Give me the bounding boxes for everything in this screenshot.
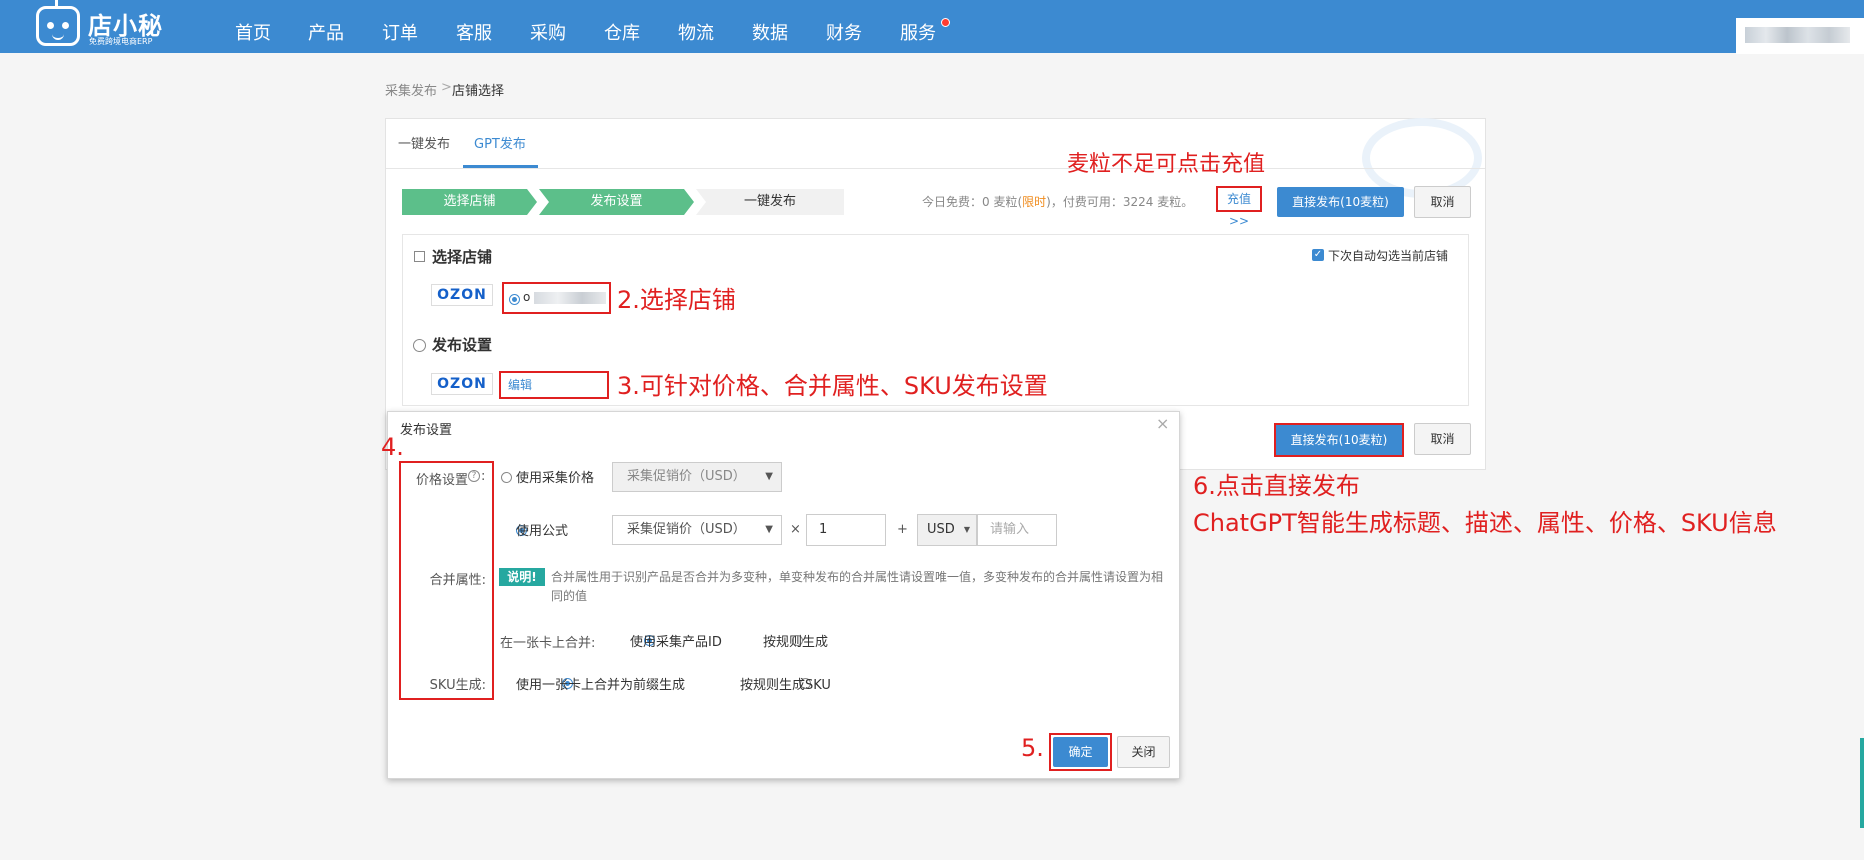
fee-prefix: 今日免费：0 麦粒( <box>922 195 1023 209</box>
fee-info: 今日免费：0 麦粒(限时)，付费可用：3224 麦粒。 <box>922 193 1193 210</box>
price-option1-radio[interactable] <box>501 472 512 483</box>
gear-icon <box>413 339 426 352</box>
active-tab-indicator <box>463 165 538 168</box>
sku-opt2-label[interactable]: 按规则生成SKU <box>740 674 831 693</box>
fee-limited: 限时 <box>1022 195 1047 209</box>
publish-button-top[interactable]: 直接发布(10麦粒) <box>1277 187 1404 217</box>
currency-value: USD <box>927 522 955 537</box>
multiply-sign: × <box>790 522 801 537</box>
breadcrumb-current: 店铺选择 <box>452 84 505 99</box>
annotation-store: 2.选择店铺 <box>617 286 736 314</box>
nav-item-services[interactable]: 服务 <box>900 0 936 53</box>
scrollbar[interactable] <box>1860 738 1864 828</box>
step-select-store: 选择店铺 <box>402 189 537 215</box>
price-source-select-disabled: 采集促销价（USD） ▼ <box>612 462 782 492</box>
merge-info-tag: 说明! <box>499 568 545 586</box>
top-nav: 店小秘 免费跨境电商ERP 首页 产品 订单 客服 采购 仓库 物流 数据 财务… <box>0 0 1864 53</box>
auto-check-checkbox[interactable]: ✓ <box>1312 249 1324 261</box>
help-icon[interactable]: ? <box>468 470 480 482</box>
recharge-link[interactable]: 充值>> <box>1216 186 1262 228</box>
section-store-title: 选择店铺 <box>432 248 493 266</box>
step-one-click-publish: 一键发布 <box>696 189 844 215</box>
annotation-publish-settings: 3.可针对价格、合并属性、SKU发布设置 <box>617 372 1048 400</box>
annotation-step4: 4. <box>381 433 404 461</box>
step-publish-settings: 发布设置 <box>539 189 694 215</box>
breadcrumb-separator: > <box>441 80 452 95</box>
nav-item-data[interactable]: 数据 <box>752 0 788 53</box>
sku-opt1-label[interactable]: 使用一张卡上合并为前缀生成 <box>516 674 685 693</box>
tab-one-click[interactable]: 一键发布 <box>398 133 450 152</box>
merge-description: 合并属性用于识别产品是否合并为多变种，单变种发布的合并属性请设置唯一值，多变种发… <box>551 570 1164 603</box>
notification-dot <box>941 18 950 27</box>
confirm-button[interactable]: 确定 <box>1053 737 1108 767</box>
nav-item-logistics[interactable]: 物流 <box>678 0 714 53</box>
tab-gpt[interactable]: GPT发布 <box>474 133 526 152</box>
price-label-colon: : <box>481 469 486 484</box>
breadcrumb-parent[interactable]: 采集发布 <box>385 80 437 99</box>
nav-item-service[interactable]: 客服 <box>456 0 492 53</box>
robot-logo-icon[interactable] <box>36 6 80 46</box>
blurred-username <box>1745 27 1850 43</box>
annotation-recharge: 麦粒不足可点击充值 <box>1067 152 1266 177</box>
addend-input[interactable]: 请输入 <box>977 514 1057 546</box>
price-label: 价格设置 <box>415 473 468 488</box>
annotation-step6-line1: 6.点击直接发布 <box>1193 472 1360 500</box>
chevron-down-icon: ▼ <box>765 524 773 535</box>
section-collapse-icon[interactable] <box>414 251 425 262</box>
publish-button-bottom[interactable]: 直接发布(10麦粒) <box>1277 426 1401 454</box>
chevron-down-icon: ▼ <box>765 471 773 482</box>
nav-item-product[interactable]: 产品 <box>308 0 344 53</box>
price-option2-label[interactable]: 使用公式 <box>516 520 568 539</box>
nav-item-purchase[interactable]: 采购 <box>530 0 566 53</box>
auto-check-label: 下次自动勾选当前店铺 <box>1328 249 1449 263</box>
annotation-step6-line2: ChatGPT智能生成标题、描述、属性、价格、SKU信息 <box>1193 509 1777 537</box>
nav-item-home[interactable]: 首页 <box>235 0 271 53</box>
section-publish-title: 发布设置 <box>432 336 493 354</box>
caret-down-icon: ▼ <box>963 525 970 534</box>
dialog-title: 发布设置 <box>400 423 453 438</box>
price-source-select[interactable]: 采集促销价（USD） ▼ <box>612 515 782 545</box>
currency-select[interactable]: USD ▼ <box>917 514 977 546</box>
store-radio[interactable] <box>509 294 520 305</box>
edit-link[interactable]: 编辑 <box>508 376 532 393</box>
merge-opt2-label[interactable]: 按规则生成 <box>763 631 828 650</box>
close-icon[interactable]: × <box>1156 414 1169 433</box>
price-source-select-disabled-value: 采集促销价（USD） <box>627 469 746 484</box>
ozon-logo: OZON <box>431 284 493 306</box>
nav-item-finance[interactable]: 财务 <box>826 0 862 53</box>
nav-item-order[interactable]: 订单 <box>382 0 418 53</box>
fee-suffix: )，付费可用：3224 麦粒。 <box>1046 195 1194 209</box>
price-option1-label[interactable]: 使用采集价格 <box>516 467 594 486</box>
store-select-box[interactable]: o <box>502 282 611 314</box>
ozon-logo-2: OZON <box>431 373 493 395</box>
merge-on-card-label: 在一张卡上合并: <box>500 636 596 651</box>
sku-label: SKU生成: <box>429 678 486 693</box>
store-name: o <box>523 290 531 304</box>
close-button[interactable]: 关闭 <box>1117 736 1170 768</box>
annotation-step5: 5. <box>1021 734 1044 762</box>
merge-opt1-label[interactable]: 使用采集产品ID <box>630 631 722 650</box>
blurred-store-name <box>534 292 606 304</box>
brand-tagline: 免费跨境电商ERP <box>89 37 153 46</box>
multiplier-input[interactable]: 1 <box>806 514 886 546</box>
edit-box[interactable]: 编辑 <box>499 371 609 399</box>
tab-divider <box>386 168 1485 169</box>
merge-label: 合并属性: <box>429 573 486 588</box>
price-source-select-value: 采集促销价（USD） <box>627 522 746 537</box>
cancel-button-bottom[interactable]: 取消 <box>1414 423 1471 455</box>
plus-sign: + <box>897 522 908 537</box>
cancel-button-top[interactable]: 取消 <box>1414 186 1471 218</box>
nav-item-warehouse[interactable]: 仓库 <box>604 0 640 53</box>
